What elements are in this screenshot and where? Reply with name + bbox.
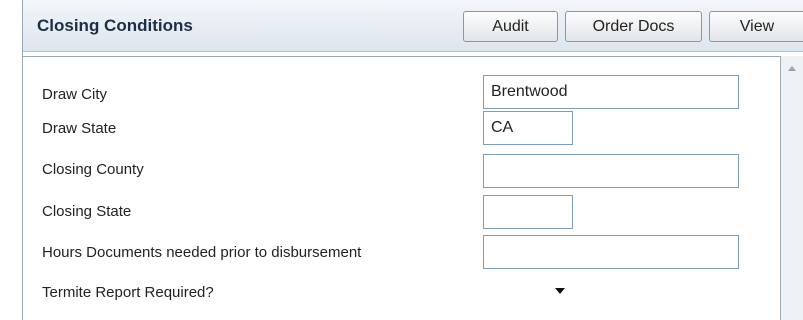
view-button[interactable]: View — [709, 11, 803, 42]
panel-title: Closing Conditions — [37, 16, 193, 35]
panel-header: Closing Conditions Audit Order Docs View — [23, 0, 803, 52]
chevron-down-icon[interactable] — [555, 288, 565, 294]
hours-documents-label: Hours Documents needed prior to disburse… — [42, 244, 362, 261]
scroll-up-arrow-icon[interactable] — [788, 66, 796, 71]
order-docs-button[interactable]: Order Docs — [565, 11, 702, 42]
draw-state-label: Draw State — [42, 120, 117, 137]
draw-city-label: Draw City — [42, 86, 108, 103]
closing-county-field[interactable] — [483, 154, 739, 188]
closing-state-field[interactable] — [483, 195, 573, 229]
closing-state-label: Closing State — [42, 203, 132, 220]
draw-city-field[interactable] — [483, 75, 739, 109]
closing-conditions-panel: Closing Conditions Audit Order Docs View… — [22, 0, 803, 320]
closing-county-label: Closing County — [42, 161, 144, 178]
vertical-scrollbar[interactable] — [781, 56, 803, 320]
hours-documents-field[interactable] — [483, 235, 739, 269]
termite-report-label: Termite Report Required? — [42, 284, 214, 301]
termite-report-select[interactable] — [483, 275, 573, 305]
form-content: Draw City Draw State Closing County Clos… — [23, 56, 781, 320]
draw-state-field[interactable] — [483, 111, 573, 145]
audit-button[interactable]: Audit — [463, 11, 558, 42]
